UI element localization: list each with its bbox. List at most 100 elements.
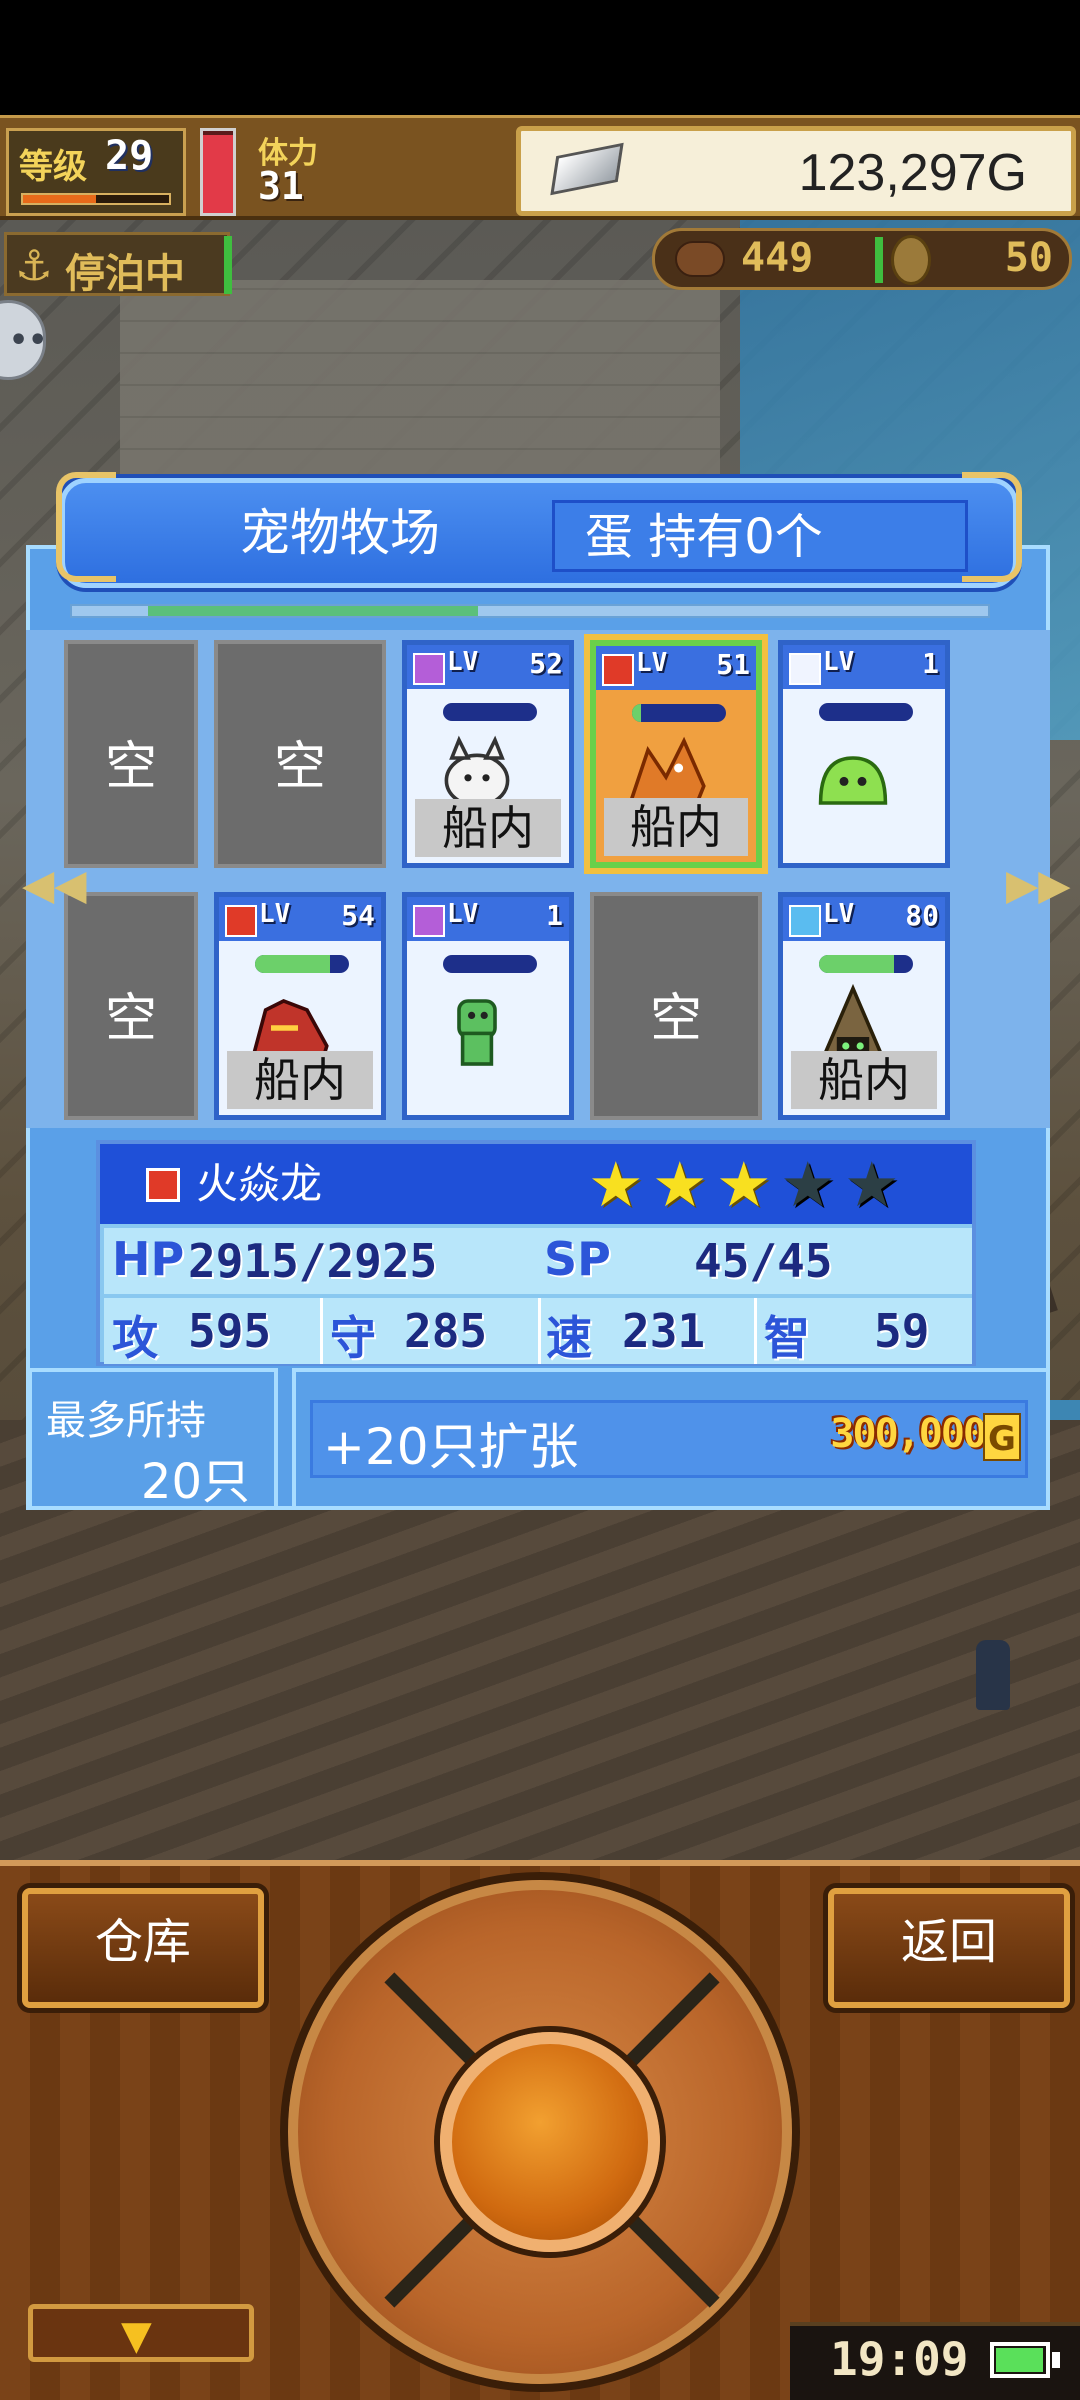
resource-bar: 449 50 xyxy=(652,228,1072,290)
header-ornament-right xyxy=(962,472,1022,582)
star-empty-icon: ★ xyxy=(844,1148,900,1221)
empty-pet-slot[interactable]: 空 xyxy=(590,892,762,1120)
expand-capacity-button[interactable]: +20只扩张 300,000 G xyxy=(292,1368,1050,1510)
slot-level-header: LV 1 xyxy=(407,897,569,941)
gold-panel[interactable]: 123,297G xyxy=(516,126,1076,216)
magic-element-icon xyxy=(413,905,445,937)
pet-slot[interactable]: LV 54 船内 xyxy=(214,892,386,1120)
pet-hp-bar xyxy=(443,703,537,721)
capacity-label: 最多所持 xyxy=(46,1398,206,1444)
level-value: 29 xyxy=(105,133,154,179)
on-ship-tag: 船内 xyxy=(604,798,748,856)
page-scrollbar[interactable] xyxy=(70,604,990,618)
resource-b-value: 50 xyxy=(1004,235,1053,281)
back-button[interactable]: 返回 xyxy=(828,1888,1070,2008)
hp-value: 2915/2925 xyxy=(188,1234,438,1288)
empty-slot-label: 空 xyxy=(104,737,157,797)
pet-slot[interactable]: LV 51 船内 xyxy=(590,640,762,868)
level-tag: LV xyxy=(636,648,668,678)
resource-a-value: 449 xyxy=(741,235,814,281)
medal-coin-icon xyxy=(891,235,931,285)
defense-cell: 守 285 xyxy=(320,1298,541,1365)
pet-name: 火焱龙 xyxy=(196,1159,323,1208)
sp-label: SP xyxy=(544,1232,611,1286)
silver-ingot-icon xyxy=(550,142,624,196)
pet-hp-bar xyxy=(632,704,726,722)
pet-level: 80 xyxy=(905,899,939,932)
speed-cell: 速 231 xyxy=(538,1298,757,1365)
wood-log-icon xyxy=(675,241,725,277)
pet-slot[interactable]: LV 1 xyxy=(778,640,950,868)
light-element-icon xyxy=(789,653,821,685)
fire-element-icon xyxy=(146,1168,180,1202)
empty-pet-slot[interactable]: 空 xyxy=(64,640,198,868)
attack-cell: 攻 595 xyxy=(104,1298,323,1365)
empty-slot-label: 空 xyxy=(649,989,702,1049)
pet-hp-bar xyxy=(255,955,349,973)
attack-label: 攻 xyxy=(112,1311,158,1365)
star-empty-icon: ★ xyxy=(780,1148,836,1221)
green-slime-sprite xyxy=(803,731,903,821)
exp-bar xyxy=(21,193,171,205)
warehouse-button[interactable]: 仓库 xyxy=(22,1888,264,2008)
green-lizard-sprite xyxy=(427,983,527,1073)
stat-row: 攻 595 守 285 速 231 智 59 xyxy=(104,1298,972,1365)
empty-pet-slot[interactable]: 空 xyxy=(64,892,198,1120)
star-filled-icon: ★ xyxy=(716,1148,772,1221)
page-scrollbar-thumb[interactable] xyxy=(148,606,478,616)
empty-slot-label: 空 xyxy=(273,737,326,797)
pet-level: 1 xyxy=(922,647,939,680)
egg-count-text: 蛋 持有0个 xyxy=(585,509,823,565)
pet-level: 54 xyxy=(341,899,375,932)
clock: 19:09 xyxy=(830,2332,969,2386)
status-area: 19:09 xyxy=(790,2322,1080,2400)
collapse-button[interactable]: ▼ xyxy=(28,2304,254,2362)
intelligence-value: 59 xyxy=(874,1304,930,1358)
pet-slot[interactable]: LV 80 船内 xyxy=(778,892,950,1120)
gold-currency-icon: G xyxy=(983,1413,1021,1461)
on-ship-tag: 船内 xyxy=(227,1051,373,1109)
empty-pet-slot[interactable]: 空 xyxy=(214,640,386,868)
pet-slot[interactable]: LV 1 xyxy=(402,892,574,1120)
expand-label: +20只扩张 xyxy=(323,1418,579,1476)
fire-element-icon xyxy=(602,654,634,686)
slot-level-header: LV 54 xyxy=(219,897,381,941)
stamina-bar xyxy=(200,128,236,216)
slot-level-header: LV 51 xyxy=(596,646,756,690)
level-tag: LV xyxy=(447,899,479,929)
magic-element-icon xyxy=(413,653,445,685)
level-tag: LV xyxy=(823,899,855,929)
defense-value: 285 xyxy=(404,1304,488,1358)
captain-character[interactable] xyxy=(976,1640,1010,1710)
docked-status: ⚓ 停泊中 xyxy=(4,232,230,297)
attack-value: 595 xyxy=(188,1304,272,1358)
empty-slot-label: 空 xyxy=(104,989,157,1049)
action-button[interactable] xyxy=(440,2032,660,2252)
panel-title: 宠物牧场 xyxy=(240,504,440,562)
slot-level-header: LV 1 xyxy=(783,645,945,689)
scroll-left-arrow-icon[interactable]: ◀◀ xyxy=(22,860,87,909)
docked-label: 停泊中 xyxy=(65,251,185,297)
slot-level-header: LV 52 xyxy=(407,645,569,689)
capacity-box: 最多所持 20只 xyxy=(28,1368,278,1510)
battery-tip xyxy=(1052,2352,1060,2368)
level-tag: LV xyxy=(823,647,855,677)
pet-level: 1 xyxy=(546,899,563,932)
scroll-right-arrow-icon[interactable]: ▶▶ xyxy=(1006,860,1071,909)
triangle-down-icon: ▼ xyxy=(121,2313,152,2359)
on-ship-tag: 船内 xyxy=(791,1051,937,1109)
water-element-icon xyxy=(789,905,821,937)
egg-count-box[interactable]: 蛋 持有0个 xyxy=(552,500,968,572)
capacity-value: 20只 xyxy=(140,1454,250,1510)
docked-indicator xyxy=(224,236,232,294)
gold-amount: 123,297G xyxy=(798,144,1027,202)
speed-value: 231 xyxy=(622,1304,706,1358)
pet-slot[interactable]: LV 52 船内 xyxy=(402,640,574,868)
pet-hp-fill xyxy=(819,955,895,973)
directional-pad[interactable] xyxy=(288,1880,792,2384)
pet-name-row: 火焱龙 ★ ★ ★ ★ ★ xyxy=(100,1144,972,1224)
stamina-value: 31 xyxy=(258,164,304,208)
anchor-icon: ⚓ xyxy=(15,241,53,290)
battery-fill xyxy=(996,2348,1043,2372)
level-box[interactable]: 等级 29 xyxy=(6,128,186,216)
